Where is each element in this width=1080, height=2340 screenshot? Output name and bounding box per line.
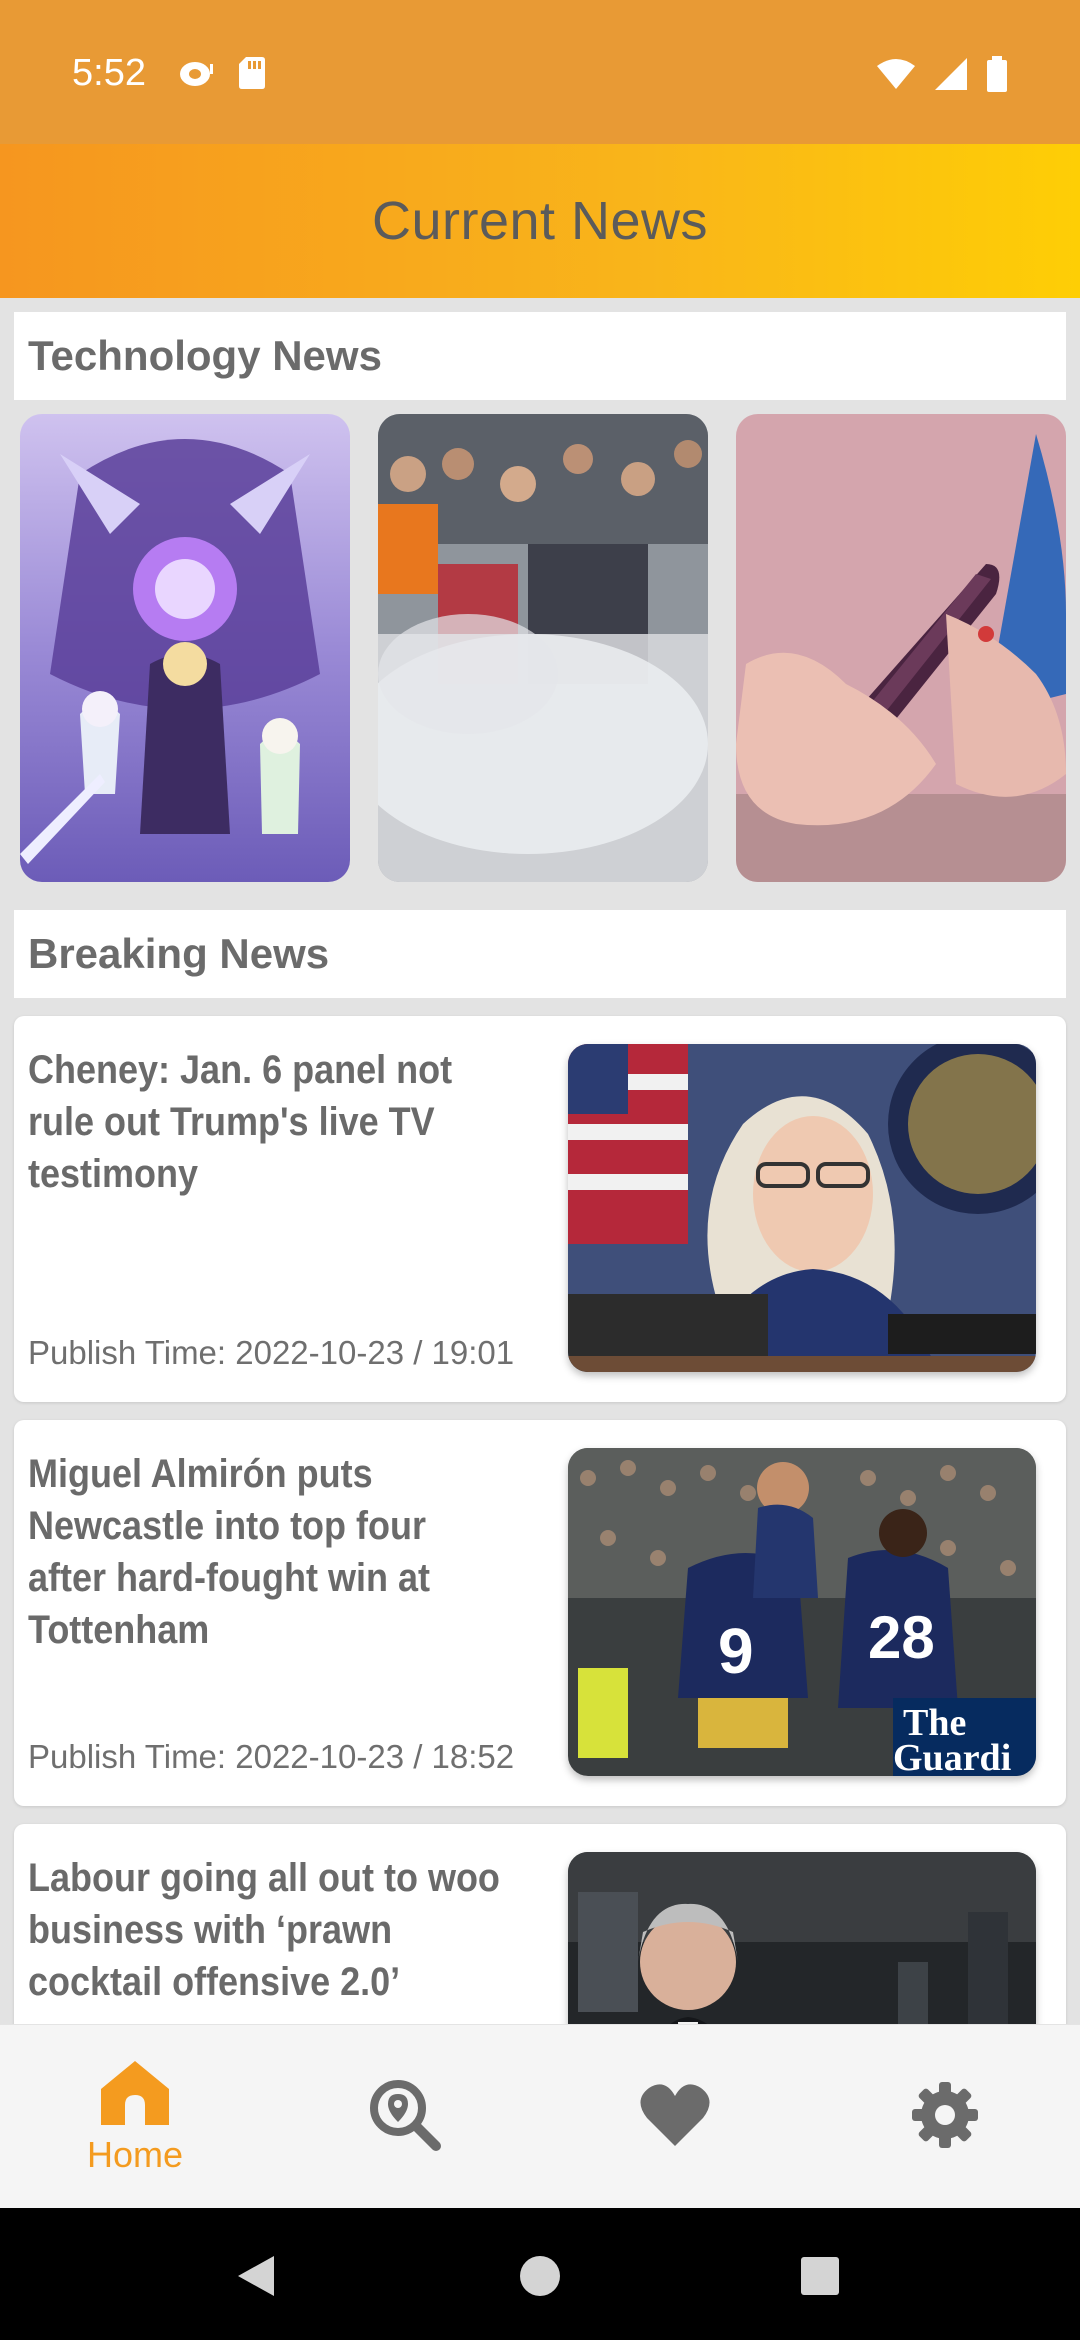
nav-favorites[interactable] (540, 2025, 810, 2209)
gear-icon (910, 2080, 980, 2155)
ring-icon (178, 56, 216, 95)
heart-icon (639, 2082, 711, 2153)
wifi-icon (876, 58, 916, 95)
jersey-number: 9 (718, 1615, 754, 1687)
woman-at-hearing-image (568, 1044, 1036, 1372)
section-title-technology: Technology News (28, 332, 382, 379)
recents-icon[interactable] (800, 2256, 840, 2301)
news-card[interactable]: Miguel Almirón puts Newcastle into top f… (14, 1420, 1066, 1806)
home-icon (99, 2059, 171, 2132)
image-text-line: Guardi (893, 1737, 1011, 1776)
news-headline: Cheney: Jan. 6 panel not rule out Trump'… (28, 1048, 453, 1196)
app-bar: Current News (0, 144, 1080, 298)
app-title: Current News (371, 191, 709, 251)
nav-home[interactable]: Home (0, 2025, 270, 2209)
anime-game-art-image (20, 414, 350, 882)
publish-time: Publish Time: 2022-10-23 / 19:01 (28, 1334, 515, 1371)
sd-card-icon (238, 56, 266, 95)
cellular-signal-icon (934, 57, 968, 96)
back-icon[interactable] (236, 2254, 276, 2303)
publish-time: Publish Time: 2022-10-23 / 18:52 (28, 1738, 515, 1775)
technology-carousel[interactable] (0, 404, 1080, 896)
tech-card-phone[interactable] (736, 414, 1066, 882)
nav-explore[interactable] (270, 2025, 540, 2209)
hands-holding-phone-image (736, 414, 1066, 882)
news-thumbnail: 9 28 The Guardi (568, 1448, 1036, 1776)
breaking-news-header: Breaking News (14, 910, 1066, 998)
bottom-navigation: Home (0, 2024, 1080, 2208)
battery-icon (986, 56, 1008, 97)
jersey-number: 28 (868, 1604, 935, 1671)
news-headline: Miguel Almirón puts Newcastle into top f… (28, 1452, 430, 1652)
football-celebration-image: 9 28 The Guardi (568, 1448, 1036, 1776)
tech-card-crowd[interactable] (378, 414, 708, 882)
status-bar: 5:52 (0, 0, 1080, 144)
status-time: 5:52 (72, 52, 146, 94)
news-headline: Labour going all out to woo business wit… (28, 1856, 500, 2004)
news-thumbnail (568, 1044, 1036, 1372)
location-search-icon (368, 2078, 442, 2157)
news-card[interactable]: Cheney: Jan. 6 panel not rule out Trump'… (14, 1016, 1066, 1402)
section-title-breaking: Breaking News (28, 930, 330, 977)
home-circle-icon[interactable] (519, 2255, 561, 2302)
technology-news-header: Technology News (14, 312, 1066, 400)
crowd-smoke-image (378, 414, 708, 882)
system-navigation-bar (0, 2208, 1080, 2340)
tech-card-anime[interactable] (20, 414, 350, 882)
nav-settings[interactable] (810, 2025, 1080, 2209)
nav-home-label: Home (86, 2133, 184, 2175)
